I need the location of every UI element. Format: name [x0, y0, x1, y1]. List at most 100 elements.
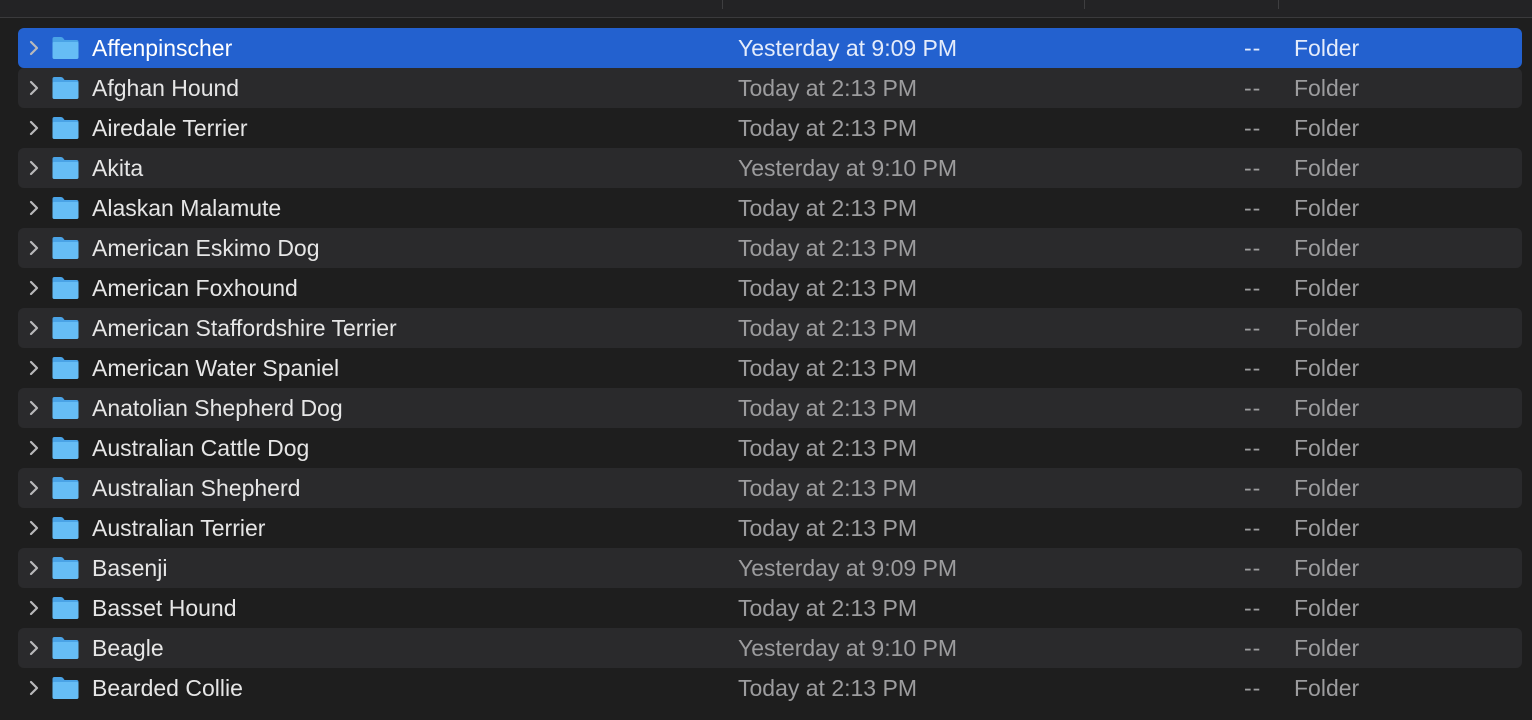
list-item[interactable]: Australian Cattle Dog Today at 2:13 PM -… [18, 428, 1522, 468]
file-size: -- [1244, 515, 1262, 541]
folder-icon [52, 117, 79, 139]
file-name: Akita [92, 155, 144, 181]
folder-icon [52, 157, 79, 179]
folder-icon [52, 237, 79, 259]
file-kind: Folder [1294, 275, 1360, 301]
chevron-right-icon[interactable] [29, 80, 39, 96]
chevron-right-icon[interactable] [29, 400, 39, 416]
list-item[interactable]: Basenji Yesterday at 9:09 PM -- Folder [18, 548, 1522, 588]
list-item[interactable]: Australian Terrier Today at 2:13 PM -- F… [18, 508, 1522, 548]
list-item[interactable]: American Foxhound Today at 2:13 PM -- Fo… [18, 268, 1522, 308]
list-item[interactable]: Affenpinscher Yesterday at 9:09 PM -- Fo… [18, 28, 1522, 68]
file-size: -- [1244, 595, 1262, 621]
file-size: -- [1244, 195, 1262, 221]
file-size: -- [1244, 555, 1262, 581]
list-item[interactable]: Airedale Terrier Today at 2:13 PM -- Fol… [18, 108, 1522, 148]
chevron-right-icon[interactable] [29, 40, 39, 56]
chevron-right-icon[interactable] [29, 520, 39, 536]
file-kind: Folder [1294, 595, 1360, 621]
list-item[interactable]: Alaskan Malamute Today at 2:13 PM -- Fol… [18, 188, 1522, 228]
file-name: Basenji [92, 555, 168, 581]
file-size: -- [1244, 355, 1262, 381]
column-divider[interactable] [722, 0, 723, 9]
date-modified: Today at 2:13 PM [738, 235, 917, 261]
list-item[interactable]: Anatolian Shepherd Dog Today at 2:13 PM … [18, 388, 1522, 428]
chevron-right-icon[interactable] [29, 640, 39, 656]
folder-icon [52, 197, 79, 219]
date-modified: Today at 2:13 PM [738, 595, 917, 621]
list-item[interactable]: Akita Yesterday at 9:10 PM -- Folder [18, 148, 1522, 188]
date-modified: Yesterday at 9:09 PM [738, 35, 958, 61]
file-size: -- [1244, 435, 1262, 461]
file-size: -- [1244, 275, 1262, 301]
chevron-right-icon[interactable] [29, 160, 39, 176]
file-kind: Folder [1294, 235, 1360, 261]
folder-icon [52, 677, 79, 699]
list-item[interactable]: Bearded Collie Today at 2:13 PM -- Folde… [18, 668, 1522, 708]
folder-icon [52, 477, 79, 499]
chevron-right-icon[interactable] [29, 360, 39, 376]
file-size: -- [1244, 75, 1262, 101]
file-kind: Folder [1294, 515, 1360, 541]
list-item[interactable]: Beagle Yesterday at 9:10 PM -- Folder [18, 628, 1522, 668]
date-modified: Today at 2:13 PM [738, 435, 917, 461]
folder-icon [52, 437, 79, 459]
chevron-right-icon[interactable] [29, 600, 39, 616]
list-item[interactable]: American Staffordshire Terrier Today at … [18, 308, 1522, 348]
file-name: Australian Shepherd [92, 475, 301, 501]
folder-icon [52, 517, 79, 539]
folder-icon [52, 397, 79, 419]
file-kind: Folder [1294, 155, 1360, 181]
date-modified: Yesterday at 9:10 PM [738, 635, 958, 661]
list-item[interactable]: Basset Hound Today at 2:13 PM -- Folder [18, 588, 1522, 628]
file-size: -- [1244, 235, 1262, 261]
file-size: -- [1244, 35, 1262, 61]
file-kind: Folder [1294, 555, 1360, 581]
column-divider[interactable] [1278, 0, 1279, 9]
file-size: -- [1244, 635, 1262, 661]
chevron-right-icon[interactable] [29, 200, 39, 216]
list-item[interactable]: Australian Shepherd Today at 2:13 PM -- … [18, 468, 1522, 508]
file-kind: Folder [1294, 115, 1360, 141]
date-modified: Today at 2:13 PM [738, 75, 917, 101]
file-size: -- [1244, 315, 1262, 341]
folder-icon [52, 317, 79, 339]
folder-icon [52, 357, 79, 379]
folder-icon [52, 277, 79, 299]
folder-icon [52, 637, 79, 659]
column-header-bar[interactable] [0, 0, 1532, 18]
column-divider[interactable] [1084, 0, 1085, 9]
chevron-right-icon[interactable] [29, 320, 39, 336]
file-size: -- [1244, 475, 1262, 501]
date-modified: Today at 2:13 PM [738, 195, 917, 221]
file-name: American Eskimo Dog [92, 235, 320, 261]
chevron-right-icon[interactable] [29, 280, 39, 296]
folder-icon [52, 557, 79, 579]
chevron-right-icon[interactable] [29, 560, 39, 576]
folder-icon [52, 597, 79, 619]
file-name: Australian Cattle Dog [92, 435, 310, 461]
file-kind: Folder [1294, 75, 1360, 101]
file-kind: Folder [1294, 635, 1360, 661]
file-name: Australian Terrier [92, 515, 266, 541]
file-kind: Folder [1294, 355, 1360, 381]
date-modified: Today at 2:13 PM [738, 475, 917, 501]
file-name: Afghan Hound [92, 75, 240, 101]
date-modified: Today at 2:13 PM [738, 315, 917, 341]
chevron-right-icon[interactable] [29, 480, 39, 496]
chevron-right-icon[interactable] [29, 120, 39, 136]
finder-list-view: Affenpinscher Yesterday at 9:09 PM -- Fo… [0, 0, 1532, 720]
file-kind: Folder [1294, 675, 1360, 701]
file-name: Affenpinscher [92, 35, 233, 61]
file-name: American Foxhound [92, 275, 298, 301]
list-item[interactable]: American Water Spaniel Today at 2:13 PM … [18, 348, 1522, 388]
file-kind: Folder [1294, 195, 1360, 221]
list-item[interactable]: Afghan Hound Today at 2:13 PM -- Folder [18, 68, 1522, 108]
file-size: -- [1244, 675, 1262, 701]
file-kind: Folder [1294, 315, 1360, 341]
chevron-right-icon[interactable] [29, 440, 39, 456]
chevron-right-icon[interactable] [29, 240, 39, 256]
file-size: -- [1244, 395, 1262, 421]
list-item[interactable]: American Eskimo Dog Today at 2:13 PM -- … [18, 228, 1522, 268]
chevron-right-icon[interactable] [29, 680, 39, 696]
